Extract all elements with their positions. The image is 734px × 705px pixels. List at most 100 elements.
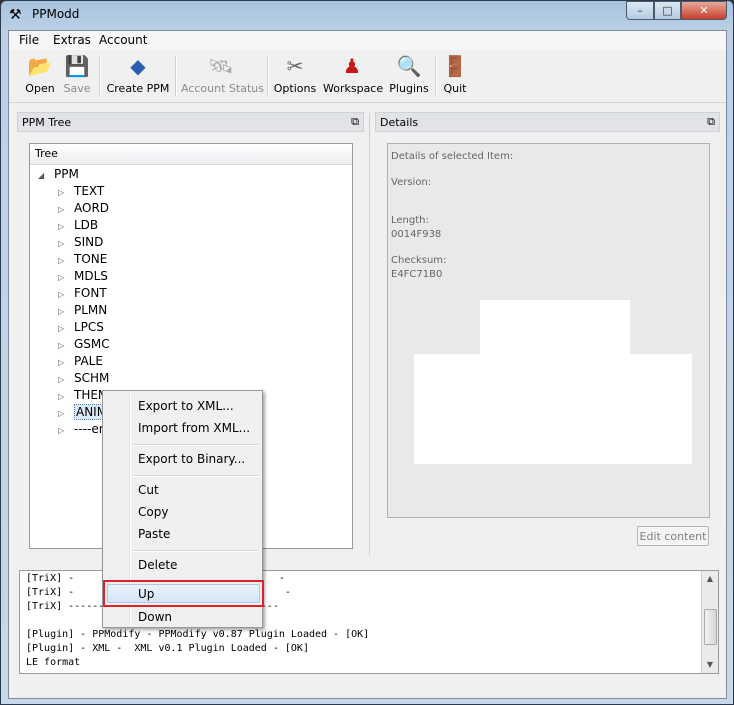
quit-button[interactable]: 🚪 Quit bbox=[441, 53, 469, 99]
context-menu: Export to XML... Import from XML... Expo… bbox=[102, 390, 264, 628]
collapsed-arrow-icon[interactable]: ▷ bbox=[58, 388, 68, 405]
person-icon: ♟ bbox=[343, 54, 361, 78]
checksum-value: E4FC71B0 bbox=[391, 269, 443, 280]
menu-down[interactable]: Down bbox=[138, 610, 172, 624]
collapsed-arrow-icon[interactable]: ▷ bbox=[58, 371, 68, 388]
collapsed-arrow-icon[interactable]: ▷ bbox=[58, 269, 68, 286]
collapsed-arrow-icon[interactable]: ▷ bbox=[58, 235, 68, 252]
edit-content-button[interactable]: Edit content bbox=[637, 526, 709, 546]
tree-item[interactable]: ▷ PALE bbox=[58, 353, 103, 370]
menu-copy[interactable]: Copy bbox=[138, 505, 168, 519]
toolbar-separator bbox=[175, 56, 177, 96]
details-panel-header: Details ⧉ bbox=[375, 112, 720, 132]
collapsed-arrow-icon[interactable]: ▷ bbox=[58, 303, 68, 320]
collapsed-arrow-icon[interactable]: ▷ bbox=[58, 286, 68, 303]
menu-account[interactable]: Account bbox=[99, 33, 147, 47]
menu-cut[interactable]: Cut bbox=[138, 483, 159, 497]
tree-item[interactable]: ▷ AORD bbox=[58, 200, 109, 217]
version-label: Version: bbox=[391, 177, 432, 188]
collapsed-arrow-icon[interactable]: ▷ bbox=[58, 218, 68, 235]
folder-open-icon: 📂 bbox=[27, 54, 53, 78]
log-line: LE format bbox=[26, 657, 81, 668]
redacted-area bbox=[480, 300, 630, 362]
save-icon: 💾 bbox=[64, 54, 90, 78]
details-view: Details of selected Item: Version: Lengt… bbox=[387, 143, 710, 518]
minimize-button[interactable]: – bbox=[626, 1, 654, 20]
redacted-area bbox=[414, 354, 692, 464]
collapsed-arrow-icon[interactable]: ▷ bbox=[58, 252, 68, 269]
plugins-button[interactable]: 🔍 Plugins bbox=[387, 53, 431, 99]
collapsed-arrow-icon[interactable]: ▷ bbox=[58, 405, 68, 422]
log-line: [Plugin] - XML - XML v0.1 Plugin Loaded … bbox=[26, 643, 309, 654]
maximize-button[interactable]: □ bbox=[654, 1, 681, 20]
menu-separator bbox=[133, 550, 259, 552]
toolbar-separator bbox=[267, 56, 269, 96]
scroll-down-arrow-icon[interactable]: ▼ bbox=[702, 657, 718, 673]
workspace-button[interactable]: ♟ Workspace bbox=[323, 53, 383, 99]
toolbar-separator bbox=[435, 56, 437, 96]
details-heading: Details of selected Item: bbox=[391, 151, 514, 162]
tree-root[interactable]: ◢ PPM bbox=[38, 166, 79, 183]
tree-item[interactable]: ▷ SIND bbox=[58, 234, 103, 251]
float-panel-icon[interactable]: ⧉ bbox=[707, 115, 715, 129]
save-button[interactable]: 💾 Save bbox=[61, 53, 93, 99]
menu-up[interactable]: Up bbox=[138, 587, 154, 601]
tree-item[interactable]: ▷ GSMC bbox=[58, 336, 110, 353]
close-button[interactable]: ✕ bbox=[681, 1, 727, 20]
toolbar: 📂 Open 💾 Save ◆ Create PPM 🛰 Account Sta… bbox=[9, 50, 726, 103]
tree-item[interactable]: ▷ MDLS bbox=[58, 268, 108, 285]
title-bar[interactable]: ⚒ PPModd – □ ✕ bbox=[1, 1, 733, 31]
menu-file[interactable]: File bbox=[19, 33, 39, 47]
tree-item[interactable]: ▷ ----er bbox=[58, 421, 104, 438]
menu-up-hover bbox=[107, 584, 260, 603]
panel-splitter[interactable] bbox=[369, 113, 370, 555]
expanded-arrow-icon[interactable]: ◢ bbox=[38, 167, 48, 184]
menu-up-highlight[interactable]: Up bbox=[103, 580, 264, 607]
menu-separator bbox=[133, 444, 259, 446]
tree-item[interactable]: ▷ FONT bbox=[58, 285, 107, 302]
menu-export-binary[interactable]: Export to Binary... bbox=[138, 452, 245, 466]
satellite-icon: 🛰 bbox=[208, 54, 234, 78]
log-scrollbar[interactable]: ▲ ▼ bbox=[701, 571, 718, 673]
collapsed-arrow-icon[interactable]: ▷ bbox=[58, 320, 68, 337]
toolbar-separator bbox=[99, 56, 101, 96]
tree-item[interactable]: ▷ LPCS bbox=[58, 319, 104, 336]
tree-column-header[interactable]: Tree bbox=[30, 144, 352, 165]
menu-paste[interactable]: Paste bbox=[138, 527, 170, 541]
tree-panel-header: PPM Tree ⧉ bbox=[17, 112, 364, 132]
log-line: [Plugin] - PPModify - PPModify v0.87 Plu… bbox=[26, 629, 370, 640]
tree-item[interactable]: ▷ SCHM bbox=[58, 370, 109, 387]
tree-item[interactable]: ▷ TEXT bbox=[58, 183, 104, 200]
scroll-thumb[interactable] bbox=[704, 609, 717, 645]
tree-item[interactable]: ▷ TONE bbox=[58, 251, 107, 268]
exit-door-icon: 🚪 bbox=[442, 54, 468, 78]
collapsed-arrow-icon[interactable]: ▷ bbox=[58, 337, 68, 354]
collapsed-arrow-icon[interactable]: ▷ bbox=[58, 354, 68, 371]
tree-item[interactable]: ▷ THEM bbox=[58, 387, 108, 404]
menu-bar: File Extras Account bbox=[9, 31, 726, 51]
collapsed-arrow-icon[interactable]: ▷ bbox=[58, 184, 68, 201]
collapsed-arrow-icon[interactable]: ▷ bbox=[58, 201, 68, 218]
length-label: Length: bbox=[391, 215, 429, 226]
length-value: 0014F938 bbox=[391, 229, 442, 240]
create-ppm-button[interactable]: ◆ Create PPM bbox=[105, 53, 171, 99]
tree-item[interactable]: ▷ LDB bbox=[58, 217, 98, 234]
float-panel-icon[interactable]: ⧉ bbox=[351, 115, 359, 129]
open-button[interactable]: 📂 Open bbox=[23, 53, 57, 99]
checksum-label: Checksum: bbox=[391, 255, 447, 266]
menu-import-xml[interactable]: Import from XML... bbox=[138, 421, 250, 435]
create-ppm-icon: ◆ bbox=[130, 54, 146, 78]
menu-export-xml[interactable]: Export to XML... bbox=[138, 399, 234, 413]
menu-delete[interactable]: Delete bbox=[138, 558, 177, 572]
window-title: PPModd bbox=[32, 7, 80, 21]
options-button[interactable]: ✂ Options bbox=[273, 53, 317, 99]
account-status-button[interactable]: 🛰 Account Status bbox=[181, 53, 264, 99]
scroll-up-arrow-icon[interactable]: ▲ bbox=[702, 571, 718, 587]
wrench-screwdriver-icon: ✂ bbox=[286, 54, 304, 78]
magnifier-icon: 🔍 bbox=[396, 54, 422, 78]
tools-icon: ⚒ bbox=[9, 7, 22, 23]
menu-extras[interactable]: Extras bbox=[53, 33, 91, 47]
tree-item[interactable]: ▷ PLMN bbox=[58, 302, 107, 319]
menu-separator bbox=[133, 475, 259, 477]
collapsed-arrow-icon[interactable]: ▷ bbox=[58, 422, 68, 439]
